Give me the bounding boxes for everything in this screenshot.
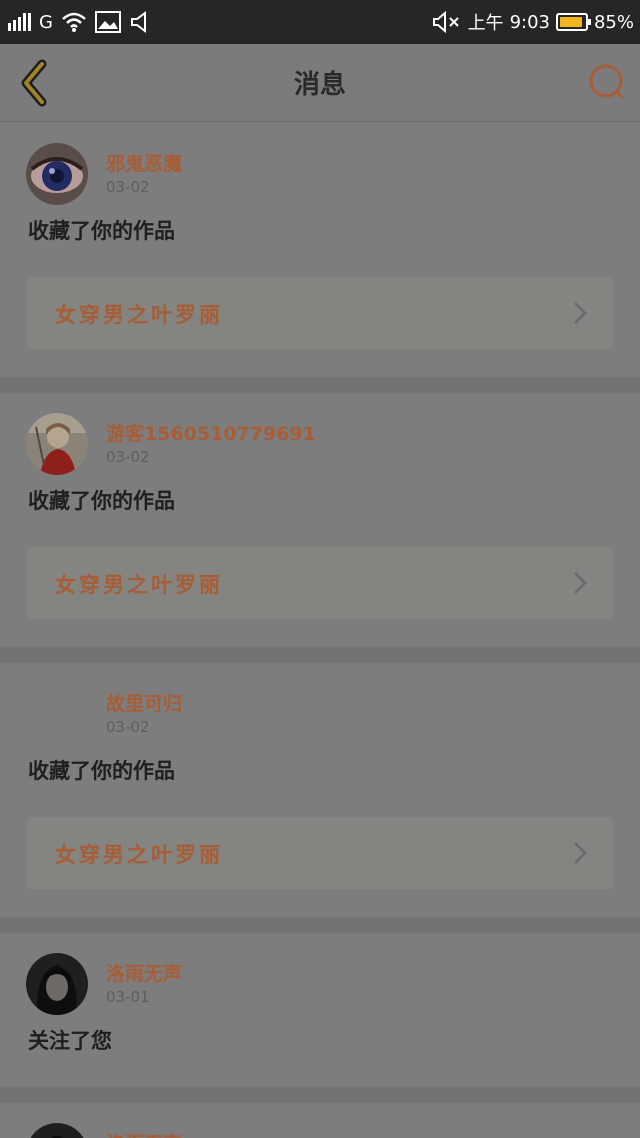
action-text: 关注了您 (28, 1029, 112, 1053)
dark-girl-avatar[interactable] (26, 953, 88, 1015)
battery-icon (555, 13, 591, 31)
work-link[interactable]: 女穿男之叶罗丽 (27, 547, 613, 619)
message-item: 洛雨无声 03-01 (0, 1103, 640, 1138)
chevron-right-icon (574, 572, 587, 594)
username[interactable]: 洛雨无声 (106, 1129, 182, 1138)
girl-red-avatar[interactable] (26, 413, 88, 475)
eye-avatar[interactable] (26, 143, 88, 205)
chevron-right-icon (574, 302, 587, 324)
page-title: 消息 (293, 70, 346, 100)
chevron-right-icon (574, 842, 587, 864)
message-item: 邪鬼恶魔 03-02 收藏了你的作品 女穿男之叶罗丽 (0, 123, 640, 393)
message-date: 03-02 (106, 448, 150, 466)
clock: 9:03 (509, 11, 550, 33)
work-link[interactable]: 女穿男之叶罗丽 (27, 817, 613, 889)
message-date: 03-02 (106, 178, 150, 196)
message-item: 故里可归 03-02 收藏了你的作品 女穿男之叶罗丽 (0, 663, 640, 933)
username[interactable]: 游客1560510779691 (106, 419, 316, 446)
speaker-notification-icon (130, 11, 146, 33)
work-title: 女穿男之叶罗丽 (55, 303, 223, 327)
message-item: 游客1560510779691 03-02 收藏了你的作品 女穿男之叶罗丽 (0, 393, 640, 663)
wifi-icon (62, 12, 86, 32)
battery-level: 85% (593, 11, 634, 33)
work-link[interactable]: 女穿男之叶罗丽 (27, 277, 613, 349)
signal-icon (8, 13, 31, 31)
username[interactable]: 故里可归 (106, 689, 182, 716)
image-notification-icon (94, 11, 121, 33)
message-item: 洛雨无声 03-01 关注了您 (0, 933, 640, 1103)
action-text: 收藏了你的作品 (28, 759, 175, 783)
action-text: 收藏了你的作品 (28, 489, 175, 513)
work-title: 女穿男之叶罗丽 (55, 843, 223, 867)
network-type: G (39, 11, 53, 33)
blank-avatar[interactable] (26, 683, 88, 745)
username[interactable]: 邪鬼恶魔 (106, 149, 182, 176)
work-title: 女穿男之叶罗丽 (55, 573, 223, 597)
ampm-label: 上午 (467, 13, 504, 34)
message-list: 邪鬼恶魔 03-02 收藏了你的作品 女穿男之叶罗丽 游客15605107796… (0, 123, 640, 1138)
search-icon[interactable] (586, 62, 626, 102)
username[interactable]: 洛雨无声 (106, 959, 182, 986)
app-header: 消息 (0, 44, 640, 122)
message-date: 03-01 (106, 988, 150, 1006)
action-text: 收藏了你的作品 (28, 219, 175, 243)
message-date: 03-02 (106, 718, 150, 736)
status-bar: G 上午 9:03 85% (0, 0, 640, 44)
mute-icon (432, 11, 459, 33)
dark-girl-avatar[interactable] (26, 1123, 88, 1138)
